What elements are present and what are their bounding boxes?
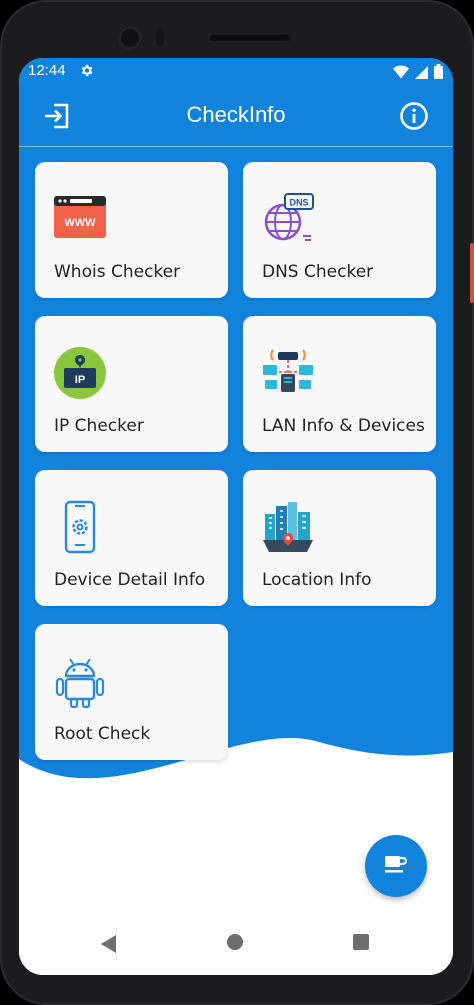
card-label: LAN Info & Devices xyxy=(262,416,425,436)
status-time: 12:44 xyxy=(28,62,66,79)
card-device-detail-info[interactable]: Device Detail Info xyxy=(35,470,228,606)
card-whois-checker[interactable]: WWW Whois Checker xyxy=(35,162,228,298)
app-bar: CheckInfo xyxy=(19,86,453,147)
card-root-check[interactable]: Root Check xyxy=(35,624,228,760)
city-location-icon xyxy=(261,500,315,554)
phone-settings-icon xyxy=(53,500,107,554)
home-icon[interactable] xyxy=(227,934,243,950)
battery-icon xyxy=(434,64,443,83)
gear-icon xyxy=(79,63,94,82)
svg-text:IP: IP xyxy=(75,374,85,386)
screen: 12:44 CheckInfo WWW Whois Checker DNS DN… xyxy=(19,58,453,975)
status-bar: 12:44 xyxy=(19,58,453,86)
lan-network-icon xyxy=(261,346,315,400)
www-browser-icon: WWW xyxy=(53,192,107,246)
dns-globe-icon: DNS xyxy=(261,192,315,246)
svg-text:DNS: DNS xyxy=(289,198,308,208)
card-label: DNS Checker xyxy=(262,262,374,282)
phone-side-button xyxy=(470,243,474,303)
card-lan-info-devices[interactable]: LAN Info & Devices xyxy=(243,316,436,452)
system-nav-bar xyxy=(19,917,453,975)
coffee-cup-icon xyxy=(384,854,408,878)
back-icon[interactable] xyxy=(101,935,117,957)
front-camera xyxy=(118,26,142,50)
card-label: IP Checker xyxy=(54,416,144,436)
signal-icon xyxy=(415,64,428,83)
svg-text:WWW: WWW xyxy=(64,217,96,229)
card-label: Root Check xyxy=(54,724,151,744)
card-dns-checker[interactable]: DNS DNS Checker xyxy=(243,162,436,298)
card-label: Whois Checker xyxy=(54,262,181,282)
status-icons xyxy=(393,64,443,83)
coffee-fab-button[interactable] xyxy=(365,835,427,897)
recents-icon[interactable] xyxy=(353,934,369,950)
wifi-icon xyxy=(393,64,409,83)
card-ip-checker[interactable]: IP IP Checker xyxy=(35,316,228,452)
android-icon xyxy=(53,654,107,709)
info-icon[interactable] xyxy=(399,101,429,135)
ip-location-icon: IP xyxy=(53,346,107,400)
card-label: Device Detail Info xyxy=(54,570,206,590)
earpiece-speaker xyxy=(210,35,290,41)
card-location-info[interactable]: Location Info xyxy=(243,470,436,606)
card-label: Location Info xyxy=(262,570,372,590)
app-title: CheckInfo xyxy=(186,102,286,127)
proximity-sensor xyxy=(156,28,164,46)
